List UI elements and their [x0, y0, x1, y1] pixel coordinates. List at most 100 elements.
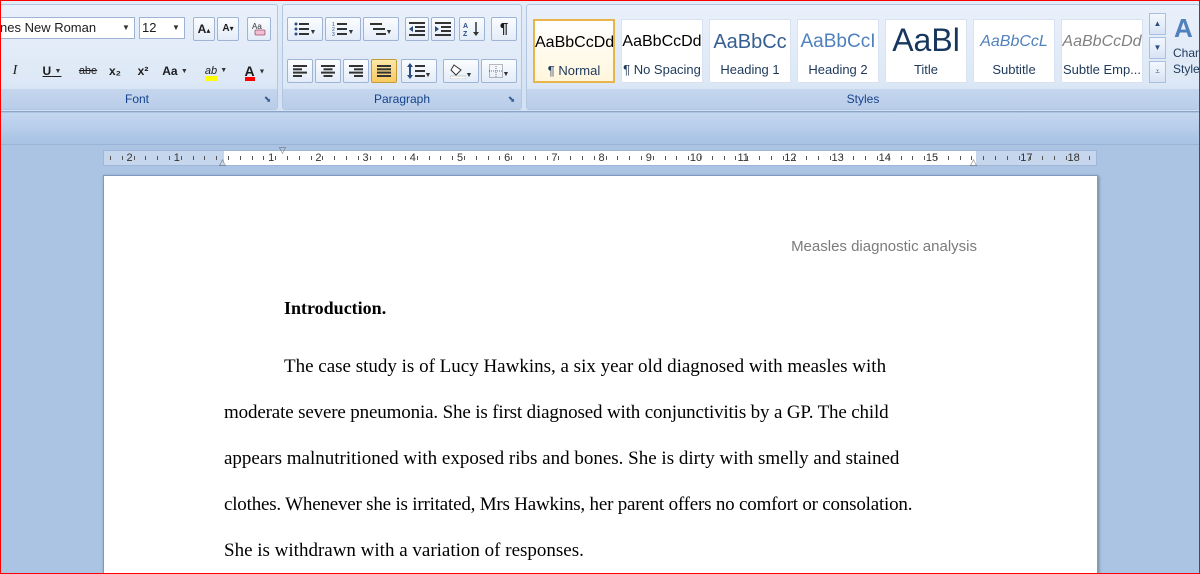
ruler-tick-mark — [1006, 156, 1008, 160]
ruler-tick-mark — [192, 156, 194, 160]
bullets-button[interactable]: ▼ — [287, 17, 323, 41]
body-line: She is withdrawn with a variation of res… — [224, 540, 584, 561]
highlight-button[interactable]: ab ▼ — [197, 59, 235, 83]
ruler-tick-mark — [865, 156, 867, 160]
show-hide-marks-button[interactable]: ¶ — [491, 17, 517, 41]
ruler-tick-mark — [747, 156, 749, 160]
font-color-icon: A — [244, 63, 255, 81]
change-case-button[interactable]: Aa ▼ — [159, 59, 191, 83]
ruler-tick-mark — [841, 156, 843, 160]
ruler-tick-mark — [983, 156, 985, 160]
ruler-tick-mark — [475, 156, 477, 160]
ruler-tick-mark — [228, 156, 229, 160]
chevron-down-icon[interactable]: ▼ — [120, 18, 132, 38]
style-preview: AaBbCcDd — [1062, 33, 1142, 50]
body-line: clothes. Whenever she is irritated, Mrs … — [224, 494, 913, 515]
font-size-combo[interactable]: 12 ▼ — [139, 17, 185, 39]
style-no-spacing[interactable]: AaBbCcDd ¶ No Spacing — [621, 19, 703, 83]
ruler-tick-mark — [570, 156, 572, 160]
highlight-icon: ab — [204, 66, 218, 81]
change-styles-button[interactable]: A Chan Style — [1171, 11, 1200, 91]
font-color-label: A — [244, 63, 255, 79]
ruler-tick-mark — [700, 156, 701, 160]
multilevel-list-button[interactable]: ▼ — [363, 17, 399, 41]
first-line-indent-marker[interactable]: ▽ — [279, 146, 286, 155]
style-heading-1[interactable]: AaBbCc Heading 1 — [709, 19, 791, 83]
style-preview: AaBbCcDd — [622, 33, 702, 50]
underline-button[interactable]: U ▼ — [35, 59, 69, 83]
align-left-button[interactable] — [287, 59, 313, 83]
line-spacing-button[interactable]: ▼ — [401, 59, 437, 83]
ruler-tick-mark — [287, 156, 288, 160]
ruler-tick-mark — [346, 156, 347, 160]
right-indent-marker[interactable]: △ — [970, 158, 977, 167]
gallery-scroll-down-icon[interactable]: ▼ — [1149, 37, 1166, 59]
ruler-tick-mark — [1089, 156, 1091, 160]
dialog-launcher-icon[interactable]: ⬊ — [262, 94, 273, 105]
svg-text:3: 3 — [332, 32, 335, 36]
ruler-tick-mark — [664, 156, 666, 160]
shading-button[interactable]: ▼ — [443, 59, 479, 83]
ruler-tick-mark — [617, 156, 619, 160]
ruler-tick-label: 5 — [456, 152, 464, 164]
ruler-tick-mark — [676, 156, 678, 160]
ruler-tick-mark — [853, 156, 855, 160]
ruler-tick-mark — [251, 156, 253, 160]
ruler-tick-mark — [145, 156, 147, 160]
body-line: appears malnutritioned with exposed ribs… — [224, 448, 900, 469]
ruler-tick-mark — [322, 156, 324, 160]
font-group: nes New Roman ▼ 12 ▼ A▴ A▾ Aa I U ▼ abe — [0, 4, 278, 110]
style-title[interactable]: AaBl Title — [885, 19, 967, 83]
ruler-tick-mark — [888, 156, 890, 160]
borders-button[interactable]: ▼ — [481, 59, 517, 83]
shrink-font-button[interactable]: A▾ — [217, 17, 239, 41]
style-subtle-emphasis[interactable]: AaBbCcDd Subtle Emp... — [1061, 19, 1143, 83]
ruler-tick-mark — [818, 156, 819, 160]
subscript-button[interactable]: x₂ — [103, 59, 127, 83]
decrease-indent-button[interactable] — [405, 17, 429, 41]
style-name: Subtle Emp... — [1062, 62, 1142, 77]
ruler-tick-label: 9 — [645, 152, 652, 164]
left-indent-marker[interactable]: △ — [219, 158, 226, 167]
ruler-tick-mark — [558, 156, 560, 160]
ruler-tick-mark — [216, 156, 218, 160]
ruler-tick-mark — [452, 156, 454, 160]
ruler-tick-mark — [523, 156, 524, 160]
justify-button[interactable] — [371, 59, 397, 83]
increase-indent-button[interactable] — [431, 17, 455, 41]
font-color-button[interactable]: A ▼ — [237, 59, 273, 83]
clear-formatting-button[interactable]: Aa — [247, 17, 271, 41]
gallery-more-icon[interactable]: ⩡ — [1149, 61, 1166, 83]
ruler-tick-mark — [877, 156, 878, 160]
chevron-down-icon[interactable]: ▼ — [170, 18, 182, 38]
ruler-tick-mark — [794, 156, 796, 160]
shrink-font-label: A — [222, 23, 230, 34]
ruler-tick-label: 4 — [409, 152, 416, 164]
ruler-tick-mark — [169, 156, 170, 160]
style-subtitle[interactable]: AaBbCcL Subtitle — [973, 19, 1055, 83]
document-page[interactable]: Measles diagnostic analysis Introduction… — [103, 175, 1098, 574]
style-name: Subtitle — [992, 62, 1036, 77]
clear-formatting-icon: Aa — [252, 22, 266, 36]
superscript-button[interactable]: x² — [131, 59, 155, 83]
numbering-button[interactable]: 1 2 3 ▼ — [325, 17, 361, 41]
grow-font-button[interactable]: A▴ — [193, 17, 215, 41]
gallery-scroll-up-icon[interactable]: ▲ — [1149, 13, 1166, 35]
strikethrough-button[interactable]: abe — [75, 59, 101, 83]
svg-text:A: A — [463, 23, 468, 30]
horizontal-ruler[interactable]: 2 1 1 2 3 4 5 6 7 8 9 10 11 12 13 14 15 17 18 ▽ △ △ — [103, 146, 1097, 167]
style-preview: AaBbCcDd — [535, 34, 613, 51]
align-center-button[interactable] — [315, 59, 341, 83]
dialog-launcher-icon[interactable]: ⬊ — [506, 94, 517, 105]
style-heading-2[interactable]: AaBbCcI Heading 2 — [797, 19, 879, 83]
sort-button[interactable]: AZ — [459, 17, 485, 41]
paragraph-group-label: Paragraph — [283, 89, 521, 109]
style-normal[interactable]: AaBbCcDd ¶ Normal — [533, 19, 615, 83]
styles-group-label: Styles — [527, 89, 1199, 109]
align-right-button[interactable] — [343, 59, 369, 83]
italic-button[interactable]: I — [5, 59, 25, 83]
ruler-tick-mark — [936, 156, 937, 160]
underline-label: U — [42, 64, 52, 78]
font-name-combo[interactable]: nes New Roman ▼ — [0, 17, 135, 39]
font-size-value: 12 — [142, 20, 157, 35]
